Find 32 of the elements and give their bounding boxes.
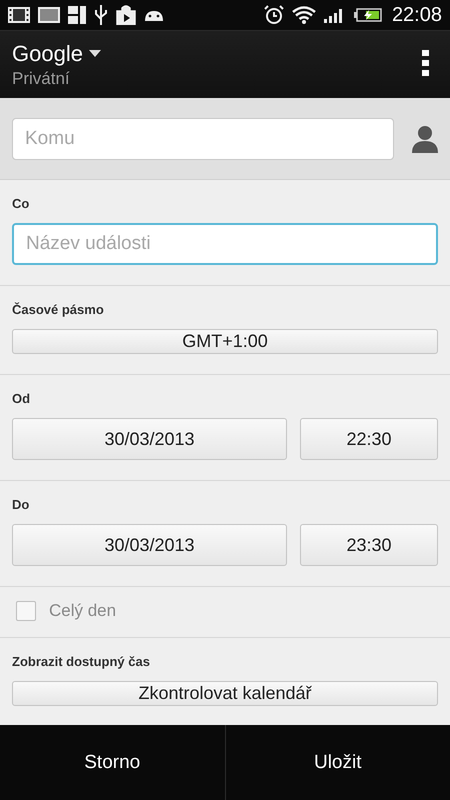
image-icon — [38, 7, 60, 23]
checkbox-label: Celý den — [49, 601, 116, 621]
checkbox[interactable] — [16, 601, 36, 621]
time-button[interactable]: 23:30 — [300, 524, 438, 566]
account-name[interactable]: Google — [12, 40, 83, 66]
contact-icon[interactable] — [412, 124, 438, 152]
event-name-field[interactable]: Název události — [12, 223, 438, 265]
section-label: Do — [12, 497, 30, 512]
android-icon — [144, 8, 164, 22]
date-button[interactable]: 30/03/2013 — [12, 418, 287, 460]
save-button[interactable]: Uložit — [224, 725, 450, 800]
cancel-button[interactable]: Storno — [0, 725, 224, 800]
battery-icon — [354, 8, 382, 22]
play-store-icon — [116, 5, 136, 25]
clock-time: 22:08 — [392, 4, 442, 26]
menu-icon[interactable] — [422, 50, 430, 76]
section-label: Co — [12, 196, 30, 211]
section-label: Časové pásmo — [12, 302, 105, 317]
section-label: Od — [12, 391, 32, 406]
calendar-name: Privátní — [12, 68, 71, 88]
section-label: Zobrazit dostupný čas — [12, 654, 151, 669]
select-button[interactable]: Zkontrolovat kalendář — [12, 681, 438, 706]
dropdown-icon[interactable] — [88, 50, 101, 58]
widget-icon — [68, 6, 86, 24]
alarm-icon — [264, 5, 284, 25]
usb-icon — [94, 5, 108, 25]
film-icon — [8, 7, 30, 23]
date-button[interactable]: 30/03/2013 — [12, 524, 287, 566]
recipient-field[interactable]: Komu — [12, 118, 394, 160]
time-button[interactable]: 22:30 — [300, 418, 438, 460]
wifi-icon — [292, 6, 316, 24]
select-button[interactable]: GMT+1:00 — [12, 329, 438, 354]
